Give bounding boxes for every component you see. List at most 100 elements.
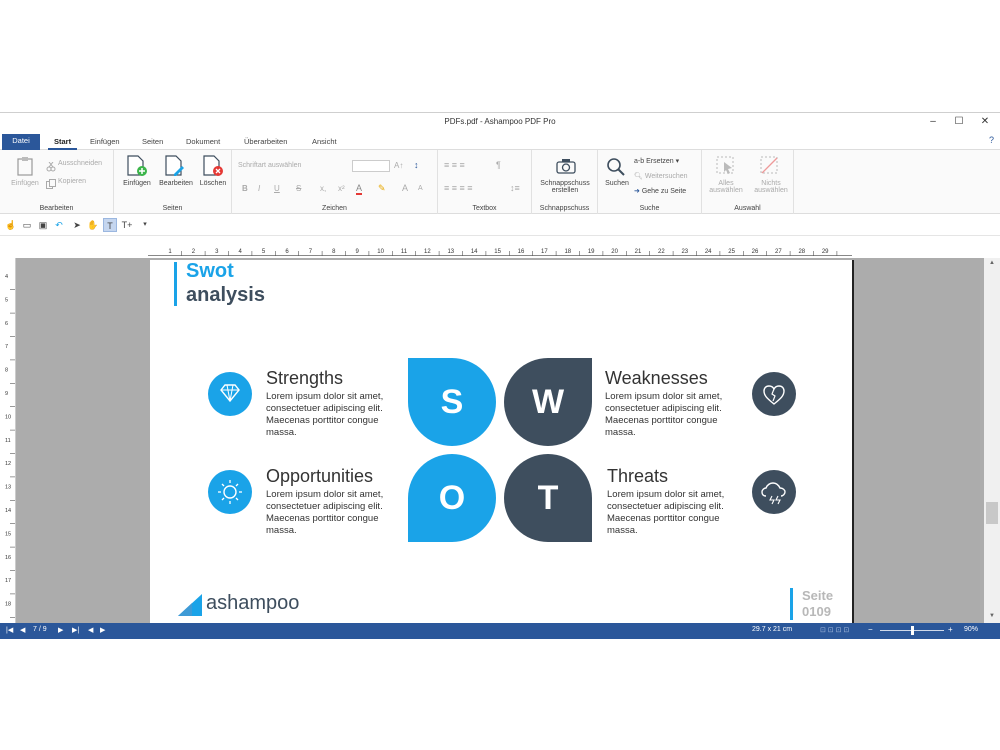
italic-button[interactable]: I (258, 184, 260, 193)
zoom-slider-thumb[interactable] (910, 626, 914, 635)
close-button[interactable]: ✕ (972, 115, 998, 129)
strikethrough-button[interactable]: S (296, 184, 301, 193)
help-icon[interactable]: ? (989, 135, 994, 145)
vruler-number: 14 (5, 508, 11, 514)
delete-page-icon (202, 155, 224, 182)
vruler-number: 12 (5, 461, 11, 467)
ersetzen-button[interactable]: a-b Ersetzen ▾ (634, 157, 679, 165)
threats-title: Threats (607, 466, 669, 486)
back-icon[interactable]: ◀ (88, 626, 93, 634)
minimize-button[interactable]: – (920, 115, 946, 129)
page-edge (852, 260, 854, 623)
align-list-icon[interactable]: ≡ ≡ ≡ (444, 160, 465, 170)
last-page-icon[interactable]: ▶| (72, 626, 79, 634)
bold-button[interactable]: B (242, 184, 248, 193)
ruler-number: 5 (262, 249, 266, 255)
font-size-input[interactable] (352, 160, 390, 172)
snapshot-button[interactable]: Schnappschuss erstellen (532, 180, 598, 194)
size-up-button[interactable]: A (402, 183, 408, 193)
subscript-button[interactable]: x, (320, 184, 326, 193)
pdf-page[interactable]: Swot analysis S W O T Strengths Lorem ip… (150, 260, 852, 623)
text-direction-icon[interactable]: ↕ (414, 160, 419, 170)
scroll-down-icon[interactable]: ▼ (989, 613, 995, 619)
status-bar: |◀ ◀ 7 / 9 ▶ ▶| ◀ ▶ 29.7 x 21 cm ⊡ ⊡ ⊡ ⊡… (0, 623, 1000, 639)
select-all-icon (716, 156, 736, 181)
ruler-number: 9 (356, 249, 360, 255)
ruler-number: 16 (518, 249, 525, 255)
underline-button[interactable]: U (274, 184, 280, 193)
font-color-button[interactable]: A (356, 183, 363, 195)
threats-body: Lorem ipsum dolor sit amet, consectetuer… (607, 489, 725, 536)
ruler-svg: 1 2 3 4 5 6 7 8 9 10 11 12 13 14 15 16 17 18 19 20 21 22 23 24 2… (168, 249, 838, 256)
ruler-number: 15 (494, 249, 501, 255)
forward-icon[interactable]: ▶ (100, 626, 105, 634)
group-label-textbox: Textbox (472, 205, 497, 212)
scroll-thumb[interactable] (986, 502, 998, 524)
weitersuchen-button[interactable]: 🔍︎ Weitersuchen (634, 172, 688, 180)
tab-dokument[interactable]: Dokument (180, 135, 226, 150)
superscript-button[interactable]: x² (338, 184, 345, 193)
save-icon[interactable]: ▣ (36, 218, 50, 232)
heading-line-2: analysis (186, 284, 265, 306)
undo-icon[interactable]: ↶ (52, 218, 66, 232)
highlight-icon[interactable]: ✎ (378, 183, 386, 194)
hand-tool-icon[interactable]: ☝ (4, 218, 18, 232)
add-text-icon[interactable]: T+ (120, 218, 134, 232)
tab-start[interactable]: Start (48, 135, 78, 150)
size-down-button[interactable]: A (418, 185, 423, 192)
ruler-number: 20 (611, 249, 618, 255)
line-spacing-icon[interactable]: ↕≡ (510, 183, 520, 193)
tab-einfuegen[interactable]: Einfügen (84, 135, 126, 150)
vruler-number: 7 (5, 344, 8, 350)
zoom-in-icon[interactable]: + (948, 625, 953, 634)
pan-icon[interactable]: ✋ (86, 218, 100, 232)
maximize-button[interactable]: ☐ (946, 115, 972, 129)
ribbon: Einfügen Ausschneiden Kopieren Bearbeite… (0, 150, 1000, 214)
open-folder-icon[interactable]: ▭ (20, 218, 34, 232)
vertical-ruler: 4 5 6 7 8 9 10 11 12 13 14 15 16 17 18 (0, 258, 16, 623)
ruler-number: 27 (775, 249, 782, 255)
clipboard-icon (16, 156, 34, 181)
tab-ansicht[interactable]: Ansicht (306, 135, 343, 150)
text-tool-icon[interactable]: T (103, 218, 117, 232)
align-buttons-icon[interactable]: ≡ ≡ ≡ ≡ (444, 183, 473, 193)
customize-icon[interactable]: ▾ (138, 218, 152, 232)
prev-page-icon[interactable]: ◀ (20, 626, 25, 634)
tab-ueberarbeiten[interactable]: Überarbeiten (238, 135, 293, 150)
tab-datei[interactable]: Datei (2, 134, 40, 150)
ruler-number: 4 (239, 249, 243, 255)
pilcrow-button[interactable]: ¶ (496, 160, 501, 170)
ruler-number: 29 (822, 249, 829, 255)
vruler-number: 15 (5, 531, 11, 537)
seite-bearbeiten-button[interactable]: Bearbeiten (154, 180, 198, 187)
seite-loeschen-button[interactable]: Löschen (196, 180, 230, 187)
scissors-icon (46, 159, 56, 177)
zoom-out-icon[interactable]: − (868, 625, 873, 634)
page-indicator[interactable]: 7 / 9 (33, 626, 47, 633)
page-size: 29.7 x 21 cm (752, 626, 793, 633)
font-select[interactable]: Schriftart auswählen (238, 162, 301, 169)
view-mode-icons[interactable]: ⊡ ⊡ ⊡ ⊡ (820, 626, 849, 634)
alles-auswaehlen-button[interactable]: Alles auswählen (704, 180, 748, 194)
vertical-scrollbar[interactable]: ▲ ▼ (984, 258, 1000, 623)
scroll-up-icon[interactable]: ▲ (989, 260, 995, 266)
footer-bar (790, 588, 793, 620)
ausschneiden-button[interactable]: Ausschneiden (58, 160, 102, 167)
suchen-button[interactable]: Suchen (600, 180, 634, 187)
font-grow-icon[interactable]: A↑ (394, 161, 403, 170)
footer-label: Seite (802, 588, 834, 603)
seite-einfuegen-button[interactable]: Einfügen (118, 180, 156, 187)
gehe-zu-seite-button[interactable]: ➜ Gehe zu Seite (634, 187, 686, 195)
einfuegen-button[interactable]: Einfügen (6, 180, 44, 187)
pointer-icon[interactable]: ➤ (70, 218, 84, 232)
replace-icon: a-b (634, 158, 645, 165)
nichts-auswaehlen-button[interactable]: Nichts auswählen (748, 180, 794, 194)
group-suche: Suchen a-b Ersetzen ▾ 🔍︎ Weitersuchen ➜ … (598, 150, 702, 214)
weitersuchen-label: Weitersuchen (644, 173, 688, 180)
tab-seiten[interactable]: Seiten (136, 135, 169, 150)
ruler-number: 12 (424, 249, 431, 255)
next-page-icon[interactable]: ▶ (58, 626, 63, 634)
ruler-number: 25 (728, 249, 735, 255)
kopieren-button[interactable]: Kopieren (58, 178, 86, 185)
first-page-icon[interactable]: |◀ (6, 626, 13, 634)
